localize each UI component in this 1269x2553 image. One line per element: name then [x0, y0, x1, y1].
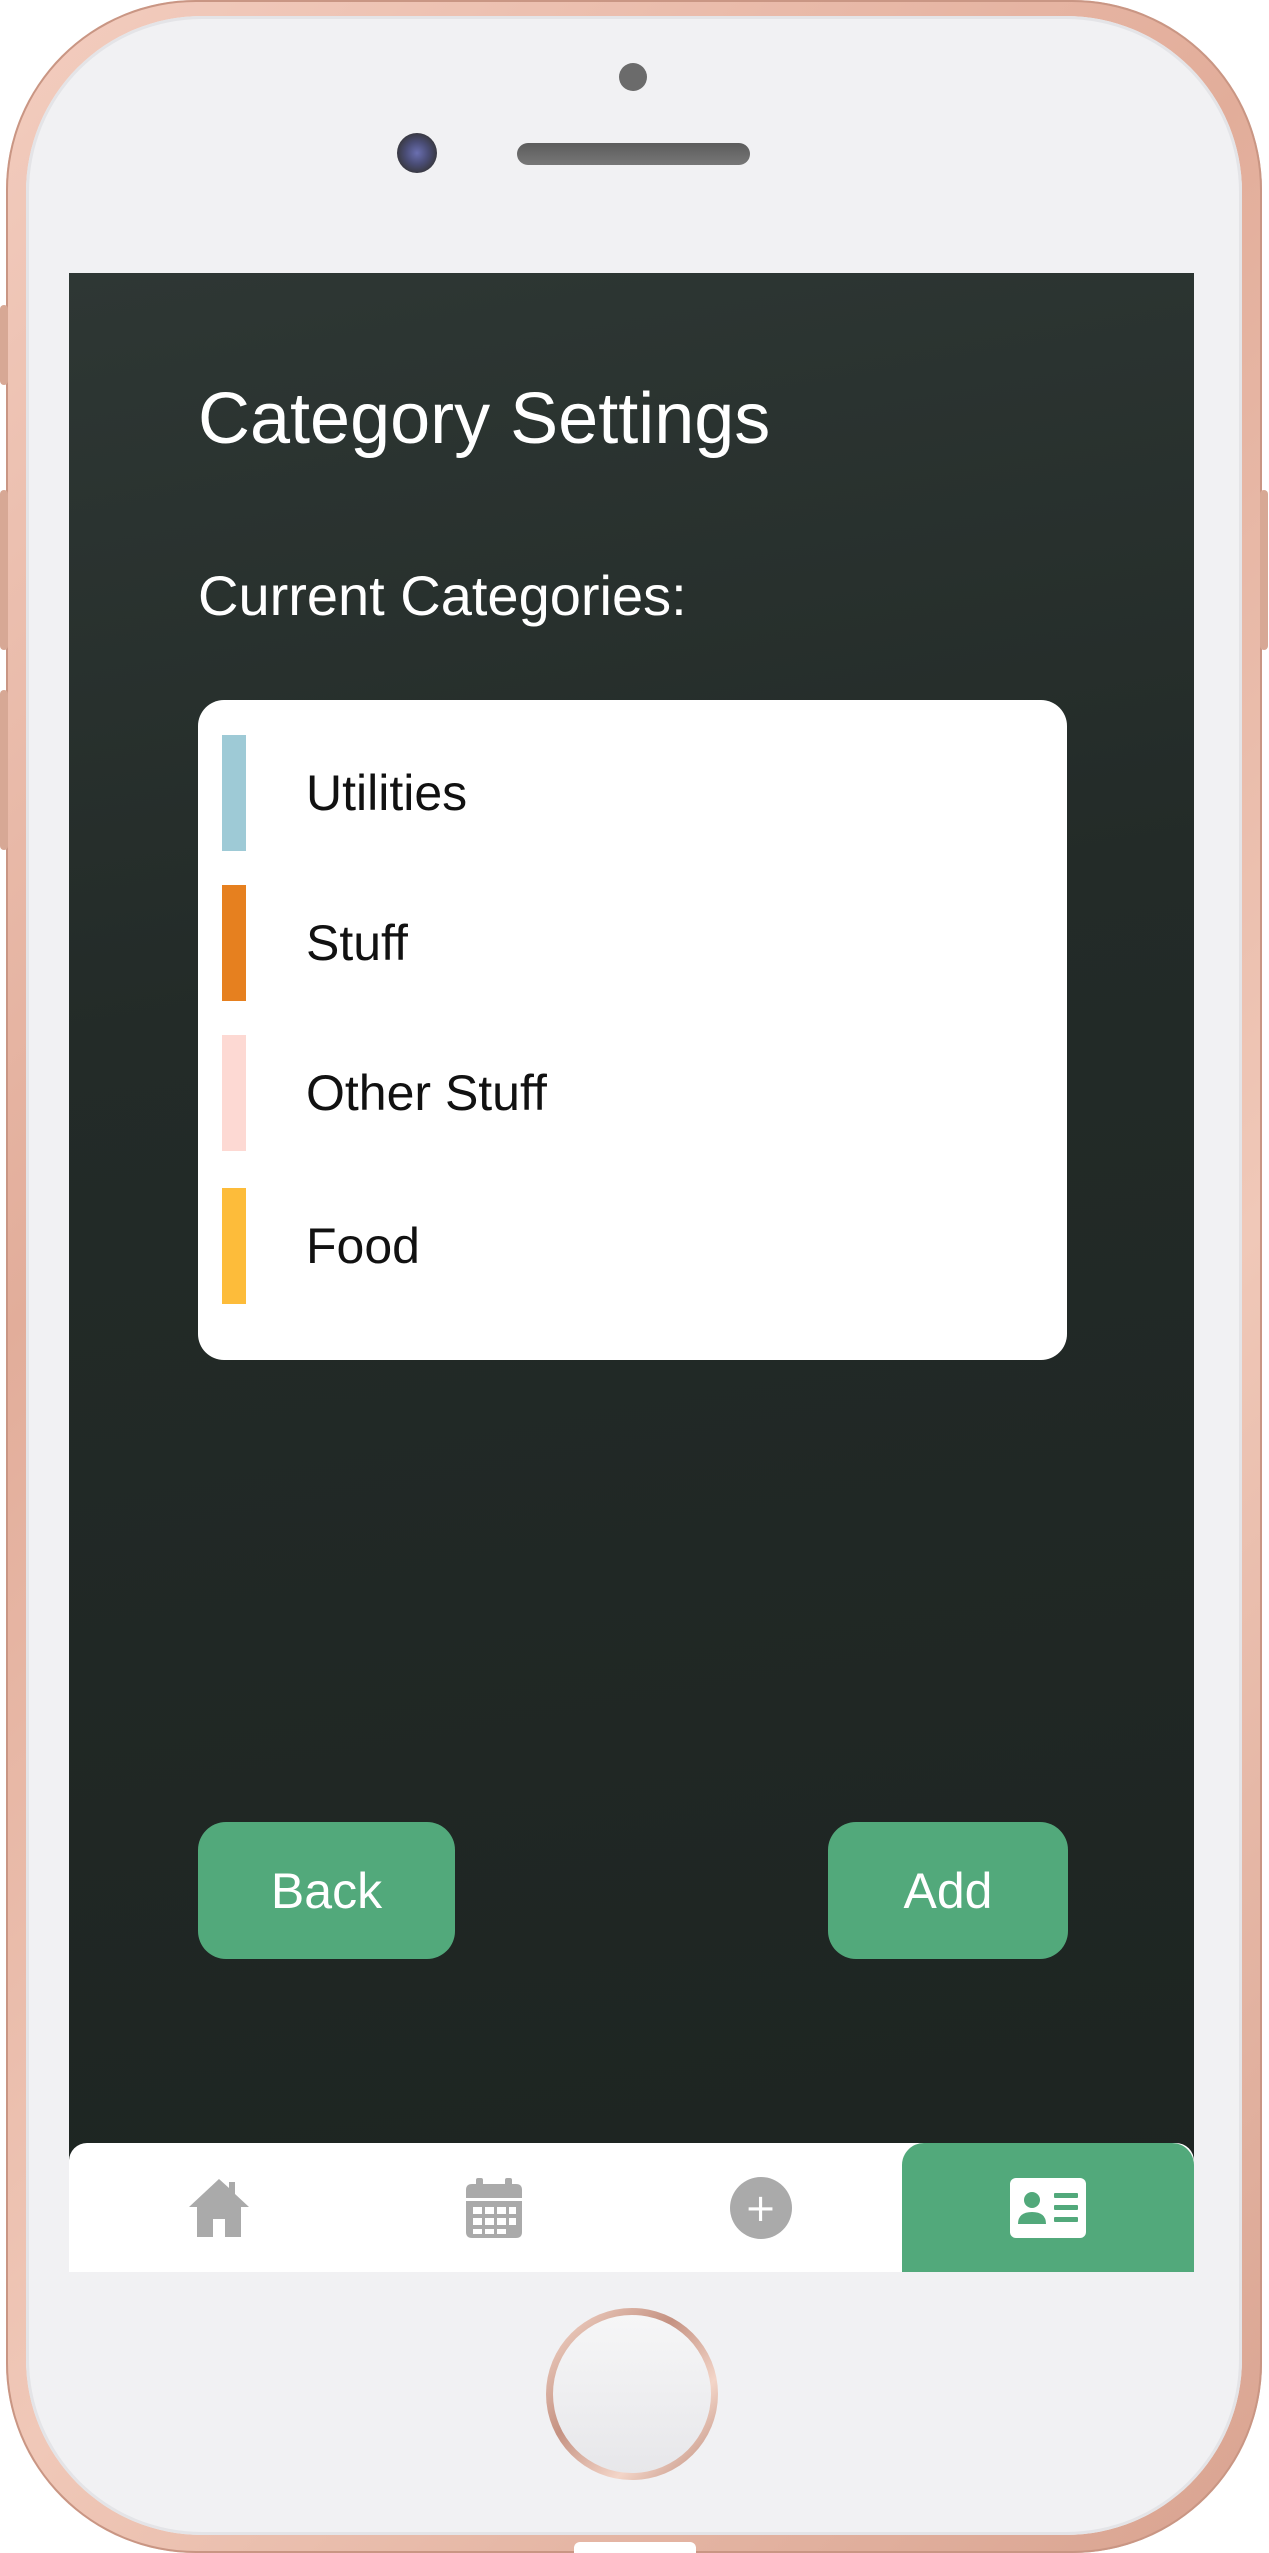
nav-tab-add[interactable]: + [619, 2143, 902, 2272]
nav-tab-profile[interactable] [902, 2143, 1194, 2272]
category-label: Stuff [306, 915, 408, 971]
nav-tab-calendar[interactable] [369, 2143, 619, 2272]
nav-tab-home[interactable] [69, 2143, 369, 2272]
plus-circle-icon: + [729, 2176, 792, 2239]
category-item-stuff[interactable]: Stuff [222, 885, 1042, 1001]
volume-down-button [0, 690, 8, 850]
volume-up-button [0, 490, 8, 650]
category-item-utilities[interactable]: Utilities [222, 735, 1042, 851]
earpiece-speaker [517, 143, 750, 165]
category-color-swatch [222, 735, 246, 851]
current-categories-label: Current Categories: [198, 564, 687, 627]
power-button [1260, 490, 1268, 650]
contact-card-icon [1010, 2177, 1086, 2238]
category-color-swatch [222, 1188, 246, 1304]
app-screen: Category Settings Current Categories: Ut… [69, 273, 1194, 2272]
back-button[interactable]: Back [198, 1822, 455, 1959]
calendar-icon [466, 2177, 522, 2238]
category-label: Utilities [306, 765, 468, 821]
category-item-food[interactable]: Food [222, 1188, 1042, 1304]
category-label: Food [306, 1218, 420, 1274]
bottom-nav: + [69, 2143, 1194, 2272]
category-list: Utilities Stuff Other Stuff Food [198, 700, 1067, 1360]
silent-switch [0, 305, 8, 385]
category-color-swatch [222, 1035, 246, 1151]
lightning-port [574, 2542, 696, 2553]
add-button[interactable]: Add [828, 1822, 1068, 1959]
home-button-face [553, 2315, 711, 2473]
proximity-sensor [619, 63, 647, 91]
category-label: Other Stuff [306, 1065, 547, 1121]
front-camera-icon [397, 133, 437, 173]
home-button[interactable] [546, 2308, 718, 2480]
home-icon [189, 2178, 249, 2237]
category-item-other-stuff[interactable]: Other Stuff [222, 1035, 1042, 1151]
category-color-swatch [222, 885, 246, 1001]
page-title: Category Settings [198, 379, 771, 459]
